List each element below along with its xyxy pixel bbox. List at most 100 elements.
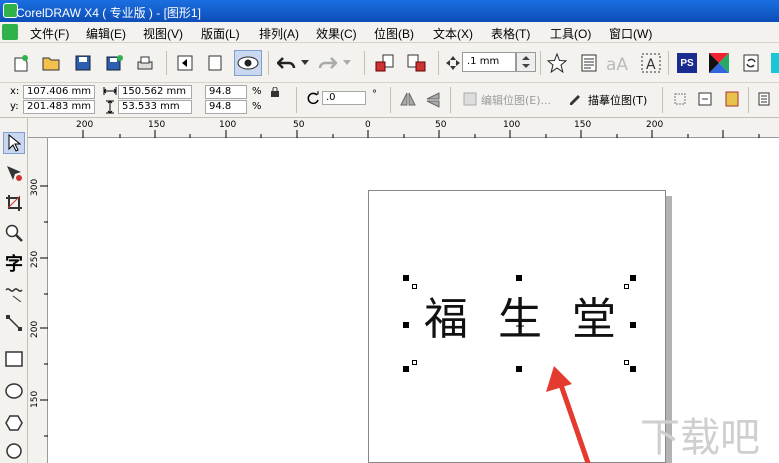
selection-handle-bl[interactable] <box>403 366 409 372</box>
hruler-tick-200r: 200 <box>646 120 664 130</box>
print-icon[interactable] <box>134 53 156 73</box>
open-icon[interactable] <box>40 53 62 73</box>
view-eye-icon[interactable] <box>234 50 262 76</box>
window-title: CorelDRAW X4 ( 专业版 ) - [图形1] <box>16 6 201 20</box>
menu-layout[interactable]: 版面(L) <box>201 25 240 42</box>
undo-dropdown-icon[interactable] <box>298 53 312 73</box>
annotation-arrow-icon <box>546 366 591 463</box>
trace-bitmap-button[interactable]: 描摹位图(T) <box>588 92 647 108</box>
menu-file[interactable]: 文件(F) <box>30 25 69 42</box>
shape-tool-icon[interactable] <box>3 162 25 184</box>
crop-bitmap-icon[interactable] <box>673 92 687 109</box>
menu-tools[interactable]: 工具(O) <box>550 25 591 42</box>
x-position-field[interactable]: 107.406 mm <box>23 85 95 99</box>
export-icon[interactable] <box>406 53 428 73</box>
center-marker-icon <box>516 320 524 333</box>
property-bar: x: 107.406 mm y: 201.483 mm 150.562 mm 5… <box>0 83 779 118</box>
rotation-icon <box>306 91 320 108</box>
toolbox: 字 <box>0 118 28 463</box>
document-icon[interactable] <box>2 24 18 40</box>
redo-icon[interactable] <box>316 53 338 73</box>
wrap-text-icon[interactable] <box>758 92 774 109</box>
edit-bitmap-icon <box>463 92 477 109</box>
polygon-tool-icon[interactable] <box>3 412 25 434</box>
menu-bar: 文件(F) 编辑(E) 视图(V) 版面(L) 排列(A) 效果(C) 位图(B… <box>0 22 779 43</box>
lock-ratio-icon[interactable] <box>270 86 280 100</box>
selection-handle-bm[interactable] <box>516 366 522 372</box>
photoshop-icon[interactable]: PS <box>676 53 698 73</box>
selection-handle-tl[interactable] <box>403 275 409 281</box>
hruler-tick-0: 0 <box>365 120 371 130</box>
menu-bitmaps[interactable]: 位图(B) <box>374 25 414 42</box>
selection-handle-mr[interactable] <box>630 322 636 328</box>
text-node-br[interactable] <box>624 360 629 365</box>
menu-view[interactable]: 视图(V) <box>143 25 183 42</box>
import-icon[interactable] <box>374 53 396 73</box>
hruler-tick-150l: 150 <box>148 120 166 130</box>
welcome-icon[interactable] <box>771 53 779 73</box>
menu-text[interactable]: 文本(X) <box>433 25 473 42</box>
mirror-horizontal-icon[interactable] <box>400 92 416 109</box>
menu-window[interactable]: 窗口(W) <box>609 25 652 42</box>
vertical-ruler[interactable]: 300 250 200 150 <box>28 138 48 463</box>
selection-handle-ml[interactable] <box>403 322 409 328</box>
menu-arrange[interactable]: 排列(A) <box>259 25 299 42</box>
redo-dropdown-icon[interactable] <box>340 53 354 73</box>
full-screen-preview-icon[interactable] <box>174 53 196 73</box>
text-tool-icon[interactable]: 字 <box>3 252 25 275</box>
glyph-fu: 福 <box>424 294 468 345</box>
freehand-tool-icon[interactable] <box>3 282 25 304</box>
height-field[interactable]: 53.533 mm <box>118 100 192 114</box>
scale-x-field[interactable]: 94.8 <box>205 85 247 99</box>
save-icon[interactable] <box>72 53 94 73</box>
text-node-tl[interactable] <box>412 284 417 289</box>
svg-text:A: A <box>646 57 656 73</box>
pick-tool-icon[interactable] <box>3 132 25 154</box>
degree-label: ° <box>372 89 377 100</box>
edit-bitmap-button[interactable]: 编辑位图(E)... <box>481 92 551 108</box>
hruler-tick-100l: 100 <box>219 120 237 130</box>
selection-handle-br[interactable] <box>630 366 636 372</box>
mirror-vertical-icon[interactable] <box>426 92 440 111</box>
selected-text-object[interactable]: 福 生 堂 <box>403 275 636 372</box>
new-icon[interactable] <box>10 53 32 73</box>
resample-icon[interactable] <box>698 92 712 109</box>
menu-edit[interactable]: 编辑(E) <box>86 25 126 42</box>
swap-document-icon[interactable] <box>740 53 762 73</box>
horizontal-ruler[interactable]: 200 150 100 50 0 50 100 150 200 <box>28 118 779 138</box>
undo-icon[interactable] <box>276 53 298 73</box>
selection-handle-tr[interactable] <box>630 275 636 281</box>
text-node-tr[interactable] <box>624 284 629 289</box>
menu-effects[interactable]: 效果(C) <box>316 25 357 42</box>
page-frame-icon[interactable] <box>204 53 226 73</box>
ellipse-tool-icon[interactable] <box>3 380 25 402</box>
nudge-spinner[interactable] <box>516 52 536 72</box>
star-icon[interactable] <box>546 53 568 73</box>
photoshop-label: PS <box>677 53 697 73</box>
bitmap-color-mask-icon[interactable] <box>725 91 739 110</box>
crop-tool-icon[interactable] <box>3 192 25 214</box>
zoom-tool-icon[interactable] <box>3 222 25 244</box>
width-field[interactable]: 150.562 mm <box>118 85 192 99</box>
text-frame-icon[interactable]: A <box>640 53 662 73</box>
basic-shapes-tool-icon[interactable] <box>3 440 25 462</box>
rectangle-tool-icon[interactable] <box>3 348 25 370</box>
y-position-field[interactable]: 201.483 mm <box>23 100 95 114</box>
vruler-tick-250: 250 <box>30 250 40 268</box>
hruler-tick-50r: 50 <box>435 120 447 130</box>
document-text-icon[interactable] <box>578 53 600 73</box>
text-node-bl[interactable] <box>412 360 417 365</box>
scale-y-field[interactable]: 94.8 <box>205 100 247 114</box>
rotation-field[interactable]: .0 <box>322 91 366 105</box>
nudge-distance-input[interactable]: .1 mm <box>462 52 516 72</box>
menu-table[interactable]: 表格(T) <box>491 25 530 42</box>
hruler-tick-100r: 100 <box>503 120 521 130</box>
dimension-tool-icon[interactable] <box>3 312 25 334</box>
standard-toolbar: .1 mm aA A PS <box>0 43 779 83</box>
selection-handle-tm[interactable] <box>516 275 522 281</box>
color-manager-icon[interactable] <box>708 53 730 73</box>
save-as-icon[interactable] <box>104 53 126 73</box>
percent-label-x: % <box>252 86 262 97</box>
artistic-text-icon[interactable]: aA <box>606 53 628 73</box>
hruler-tick-150r: 150 <box>574 120 592 130</box>
